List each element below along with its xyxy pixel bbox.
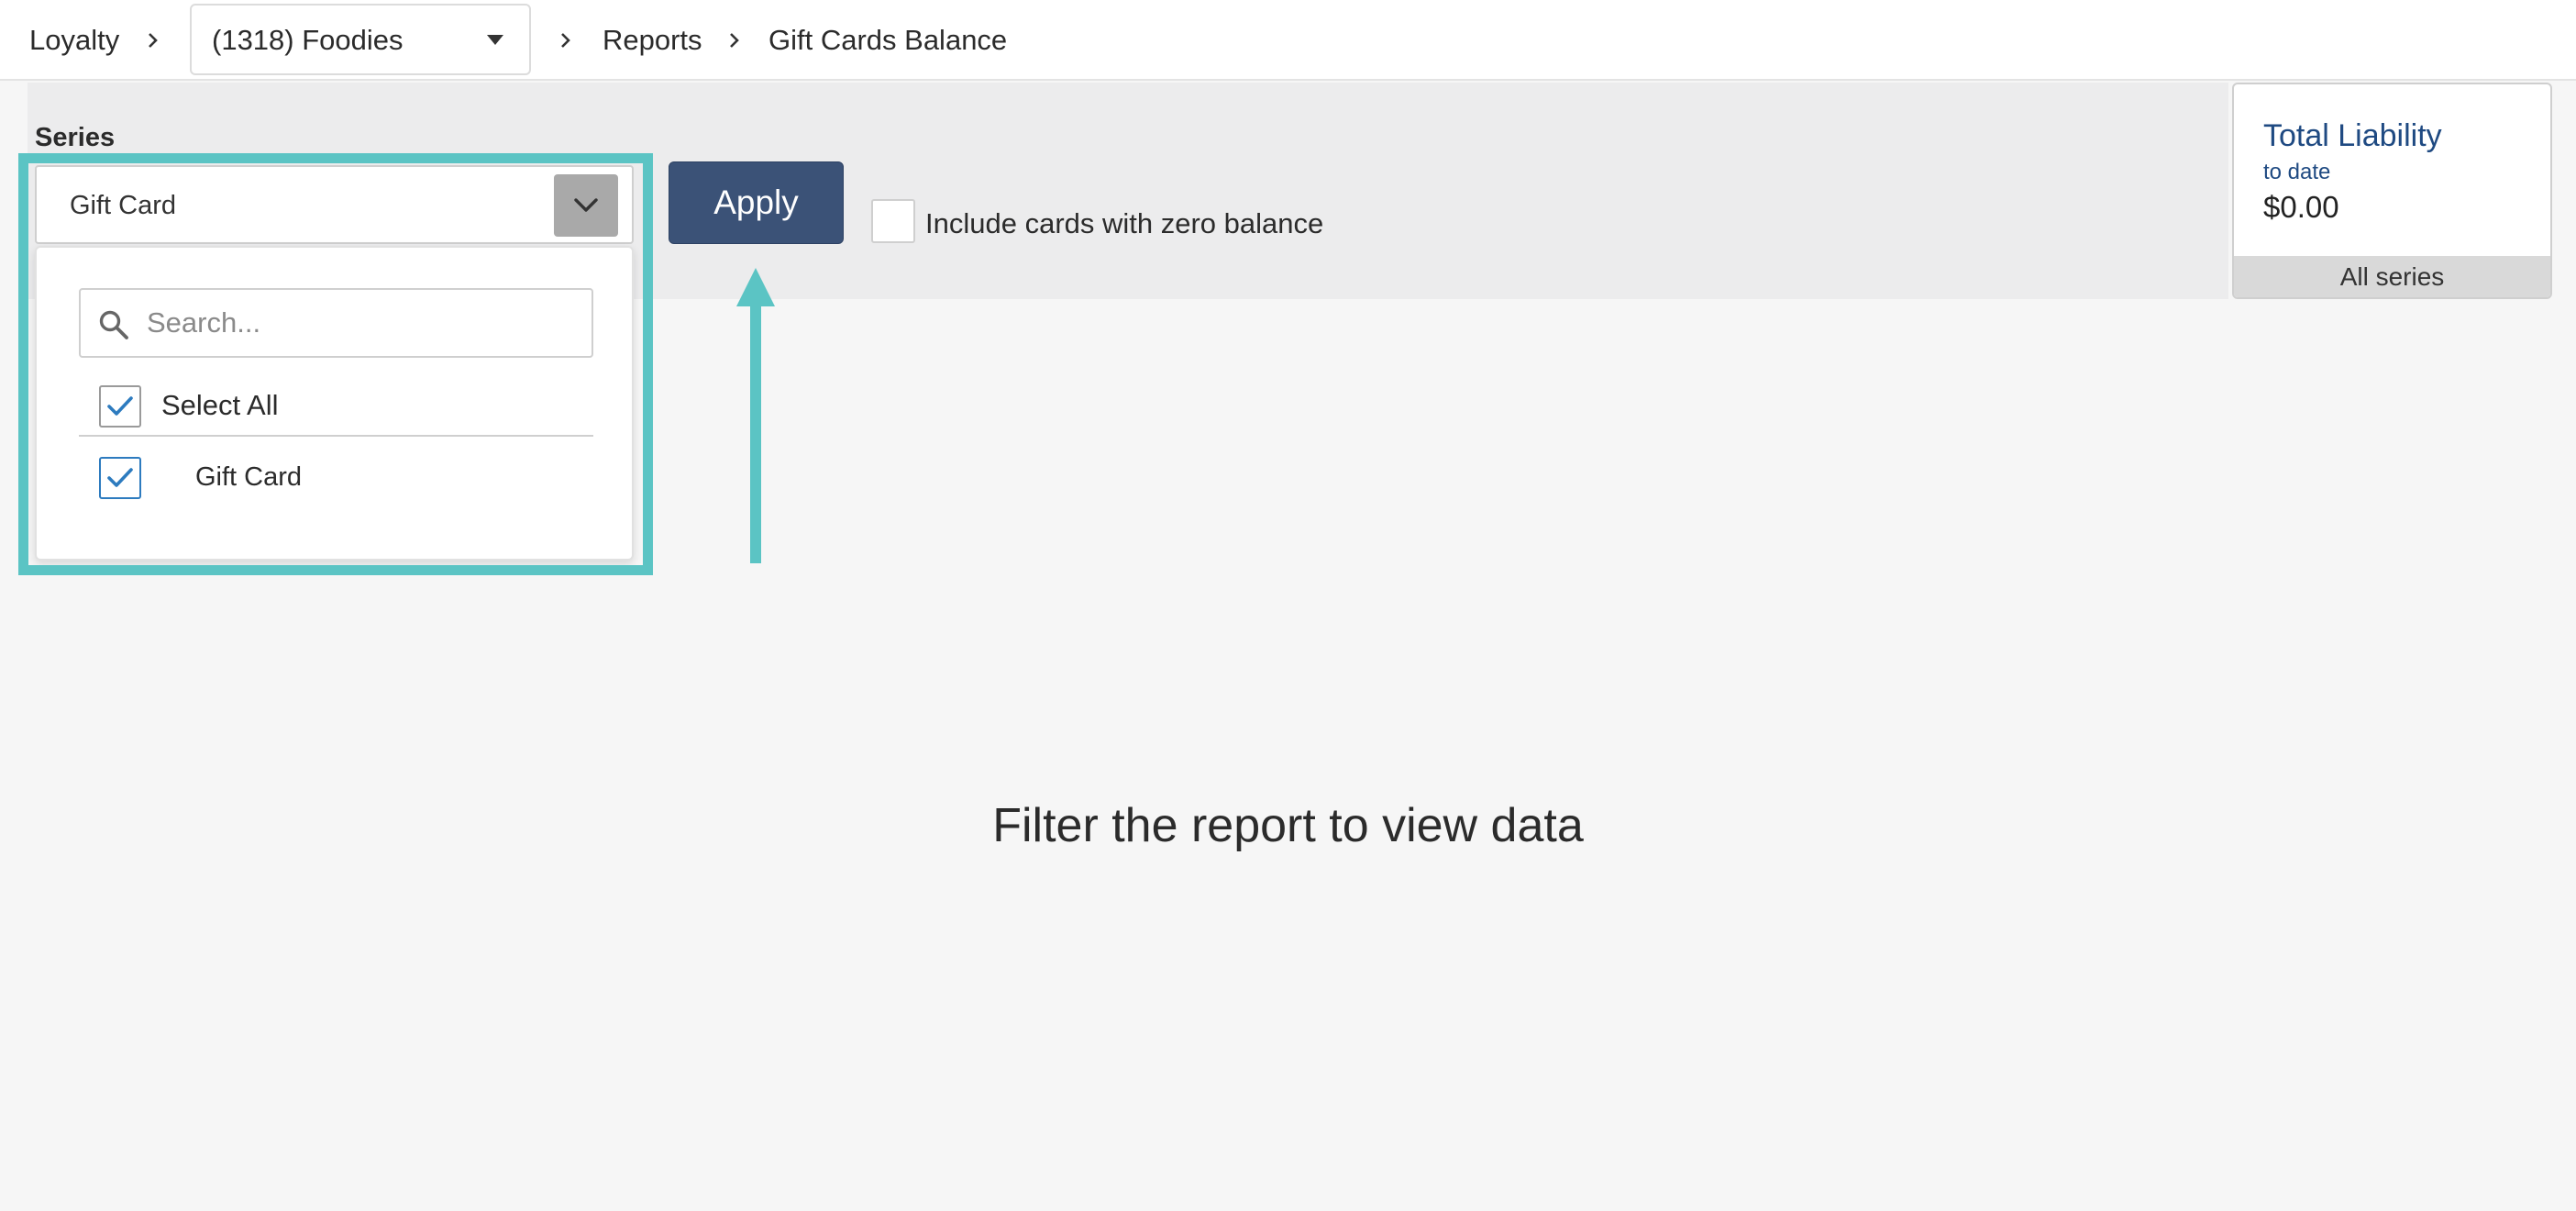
chevron-down-icon[interactable] xyxy=(554,174,618,237)
location-select-value: (1318) Foodies xyxy=(212,24,404,56)
series-search-input[interactable] xyxy=(147,303,578,343)
apply-button[interactable]: Apply xyxy=(669,161,844,244)
select-all-label: Select All xyxy=(161,389,279,421)
liability-title: Total Liability xyxy=(2263,118,2442,153)
series-select-value: Gift Card xyxy=(70,191,177,220)
empty-state-message: Filter the report to view data xyxy=(992,799,1584,852)
caret-down-icon xyxy=(487,35,503,45)
series-dropdown-menu: Select All Gift Card xyxy=(35,246,634,561)
top-bar: Loyalty (1318) Foodies Reports Gift Card… xyxy=(0,0,2576,81)
search-icon xyxy=(97,308,130,341)
breadcrumb-reports[interactable]: Reports xyxy=(603,20,702,61)
zero-balance-label: Include cards with zero balance xyxy=(925,207,1324,239)
series-option-gift-card[interactable]: Gift Card xyxy=(79,448,593,512)
gift-card-checkbox[interactable] xyxy=(99,457,141,499)
liability-footer: All series xyxy=(2234,256,2550,297)
series-label: Series xyxy=(35,123,116,152)
gift-card-option-label: Gift Card xyxy=(195,462,303,492)
arrow-up-icon xyxy=(735,268,777,563)
select-all-checkbox[interactable] xyxy=(99,385,141,428)
zero-balance-checkbox[interactable] xyxy=(871,199,915,243)
chevron-right-icon xyxy=(552,25,580,56)
series-select[interactable]: Gift Card xyxy=(35,165,634,244)
total-liability-card: Total Liability to date $0.00 All series xyxy=(2232,83,2552,299)
breadcrumb-loyalty[interactable]: Loyalty xyxy=(29,20,119,61)
chevron-right-icon xyxy=(721,25,748,56)
breadcrumb-current-page: Gift Cards Balance xyxy=(768,24,1008,56)
liability-subtitle: to date xyxy=(2263,160,2331,184)
liability-amount: $0.00 xyxy=(2263,190,2339,224)
series-search-box xyxy=(79,288,593,358)
select-all-option[interactable]: Select All xyxy=(79,372,593,437)
chevron-right-icon xyxy=(139,25,167,56)
location-select[interactable]: (1318) Foodies xyxy=(190,4,531,75)
